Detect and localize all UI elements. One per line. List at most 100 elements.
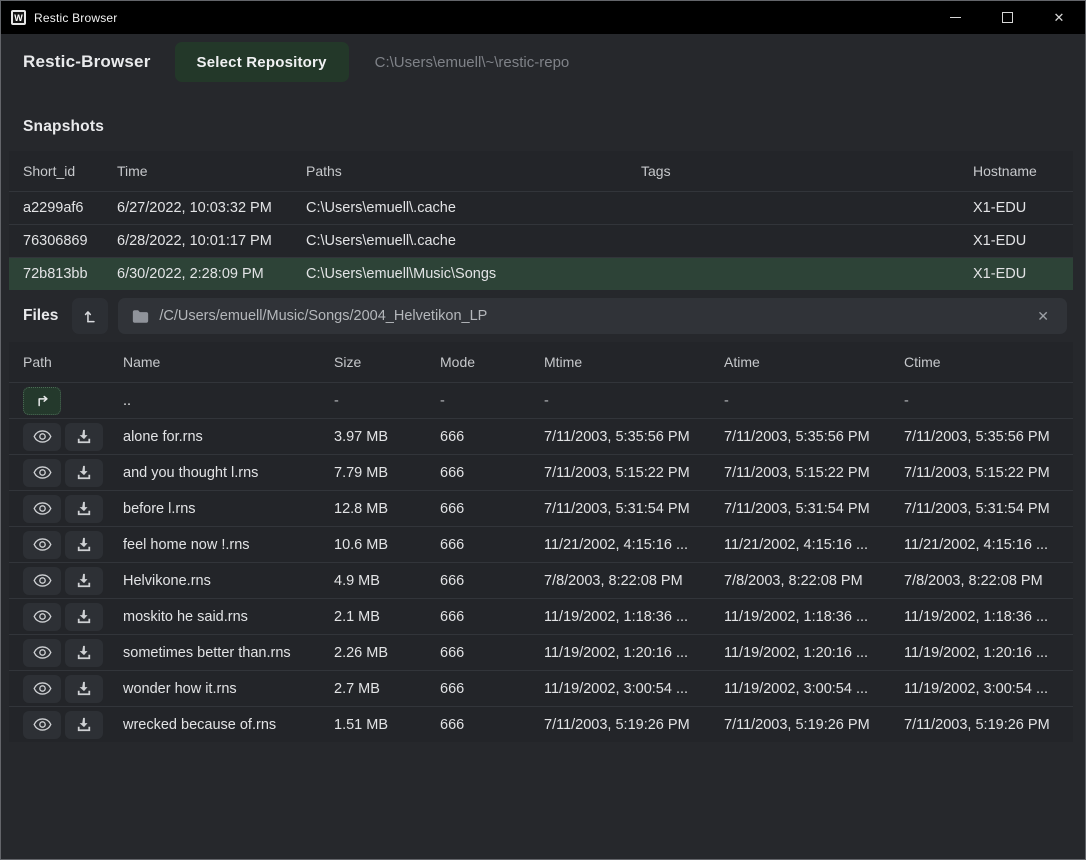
preview-file-button[interactable]: [23, 711, 61, 739]
file-name: Helvikone.rns: [123, 573, 334, 589]
col-mode[interactable]: Mode: [440, 354, 544, 370]
snapshot-hostname: X1-EDU: [973, 266, 1073, 282]
file-name: sometimes better than.rns: [123, 645, 334, 661]
page-title: Restic-Browser: [23, 52, 151, 72]
preview-file-button[interactable]: [23, 639, 61, 667]
titlebar: W Restic Browser ✕: [1, 1, 1085, 34]
col-time[interactable]: Time: [117, 163, 306, 179]
current-path-input[interactable]: /C/Users/emuell/Music/Songs/2004_Helveti…: [118, 298, 1067, 334]
file-size: 2.26 MB: [334, 645, 440, 661]
app-logo-icon: W: [11, 10, 26, 25]
col-short-id[interactable]: Short_id: [23, 163, 117, 179]
file-row[interactable]: feel home now !.rns 10.6 MB 666 11/21/20…: [9, 526, 1073, 562]
file-size: 12.8 MB: [334, 501, 440, 517]
current-path-value: /C/Users/emuell/Music/Songs/2004_Helveti…: [159, 308, 1033, 324]
preview-file-button[interactable]: [23, 423, 61, 451]
file-row-parent[interactable]: .. - - - - -: [9, 382, 1073, 418]
snapshot-paths: C:\Users\emuell\.cache: [306, 200, 641, 216]
file-mode: 666: [440, 609, 544, 625]
col-name[interactable]: Name: [123, 354, 334, 370]
file-row[interactable]: sometimes better than.rns 2.26 MB 666 11…: [9, 634, 1073, 670]
file-ctime: 7/11/2003, 5:15:22 PM: [904, 465, 1073, 481]
download-file-button[interactable]: [65, 603, 103, 631]
file-name: feel home now !.rns: [123, 537, 334, 553]
snapshots-table-header: Short_id Time Paths Tags Hostname: [9, 151, 1073, 191]
preview-file-button[interactable]: [23, 567, 61, 595]
file-row[interactable]: moskito he said.rns 2.1 MB 666 11/19/200…: [9, 598, 1073, 634]
col-atime[interactable]: Atime: [724, 354, 904, 370]
file-atime: 11/21/2002, 4:15:16 ...: [724, 537, 904, 553]
download-file-button[interactable]: [65, 675, 103, 703]
download-icon: [76, 681, 92, 696]
file-mode: -: [440, 393, 544, 409]
row-actions: [23, 531, 123, 559]
preview-file-button[interactable]: [23, 531, 61, 559]
minimize-button[interactable]: [929, 1, 981, 34]
col-size[interactable]: Size: [334, 354, 440, 370]
snapshots-section-heading: Snapshots: [1, 90, 1085, 151]
row-actions: [23, 459, 123, 487]
file-ctime: 11/21/2002, 4:15:16 ...: [904, 537, 1073, 553]
snapshot-short-id: a2299af6: [23, 200, 117, 216]
file-row[interactable]: alone for.rns 3.97 MB 666 7/11/2003, 5:3…: [9, 418, 1073, 454]
clear-path-button[interactable]: ✕: [1033, 306, 1053, 327]
file-ctime: -: [904, 393, 1073, 409]
eye-icon: [33, 681, 52, 696]
preview-file-button[interactable]: [23, 675, 61, 703]
file-mode: 666: [440, 501, 544, 517]
file-row[interactable]: and you thought l.rns 7.79 MB 666 7/11/2…: [9, 454, 1073, 490]
app-header: Restic-Browser Select Repository C:\User…: [1, 34, 1085, 90]
row-actions: [23, 387, 123, 415]
col-hostname[interactable]: Hostname: [973, 163, 1073, 179]
file-row[interactable]: wonder how it.rns 2.7 MB 666 11/19/2002,…: [9, 670, 1073, 706]
download-file-button[interactable]: [65, 495, 103, 523]
file-size: -: [334, 393, 440, 409]
download-file-button[interactable]: [65, 531, 103, 559]
download-file-button[interactable]: [65, 423, 103, 451]
download-file-button[interactable]: [65, 711, 103, 739]
col-ctime[interactable]: Ctime: [904, 354, 1073, 370]
window-title: Restic Browser: [34, 11, 117, 25]
go-up-directory-button[interactable]: [23, 387, 61, 415]
snapshot-time: 6/27/2022, 10:03:32 PM: [117, 200, 306, 216]
snapshot-row[interactable]: a2299af6 6/27/2022, 10:03:32 PM C:\Users…: [9, 191, 1073, 224]
file-mtime: 7/11/2003, 5:15:22 PM: [544, 465, 724, 481]
col-mtime[interactable]: Mtime: [544, 354, 724, 370]
file-atime: 7/11/2003, 5:31:54 PM: [724, 501, 904, 517]
file-row[interactable]: before l.rns 12.8 MB 666 7/11/2003, 5:31…: [9, 490, 1073, 526]
file-ctime: 7/8/2003, 8:22:08 PM: [904, 573, 1073, 589]
close-button[interactable]: ✕: [1033, 1, 1085, 34]
file-atime: 11/19/2002, 1:20:16 ...: [724, 645, 904, 661]
preview-file-button[interactable]: [23, 495, 61, 523]
file-mtime: -: [544, 393, 724, 409]
preview-file-button[interactable]: [23, 459, 61, 487]
file-row[interactable]: wrecked because of.rns 1.51 MB 666 7/11/…: [9, 706, 1073, 742]
download-file-button[interactable]: [65, 459, 103, 487]
file-row[interactable]: Helvikone.rns 4.9 MB 666 7/8/2003, 8:22:…: [9, 562, 1073, 598]
download-file-button[interactable]: [65, 567, 103, 595]
file-mtime: 11/19/2002, 1:18:36 ...: [544, 609, 724, 625]
file-mtime: 7/8/2003, 8:22:08 PM: [544, 573, 724, 589]
eye-icon: [33, 465, 52, 480]
eye-icon: [33, 573, 52, 588]
maximize-button[interactable]: [981, 1, 1033, 34]
col-tags[interactable]: Tags: [641, 163, 973, 179]
minimize-icon: [950, 17, 961, 18]
file-size: 2.7 MB: [334, 681, 440, 697]
parent-directory-button[interactable]: [72, 298, 108, 334]
snapshot-row[interactable]: 76306869 6/28/2022, 10:01:17 PM C:\Users…: [9, 224, 1073, 257]
select-repository-button[interactable]: Select Repository: [175, 42, 349, 82]
col-paths[interactable]: Paths: [306, 163, 641, 179]
snapshot-row-selected[interactable]: 72b813bb 6/30/2022, 2:28:09 PM C:\Users\…: [9, 257, 1073, 290]
download-icon: [76, 645, 92, 660]
file-ctime: 11/19/2002, 3:00:54 ...: [904, 681, 1073, 697]
snapshots-table: Short_id Time Paths Tags Hostname a2299a…: [9, 151, 1073, 290]
files-table-header: Path Name Size Mode Mtime Atime Ctime: [9, 342, 1073, 382]
download-icon: [76, 537, 92, 552]
preview-file-button[interactable]: [23, 603, 61, 631]
file-atime: 7/8/2003, 8:22:08 PM: [724, 573, 904, 589]
row-actions: [23, 639, 123, 667]
col-path[interactable]: Path: [23, 354, 123, 370]
snapshot-short-id: 76306869: [23, 233, 117, 249]
download-file-button[interactable]: [65, 639, 103, 667]
